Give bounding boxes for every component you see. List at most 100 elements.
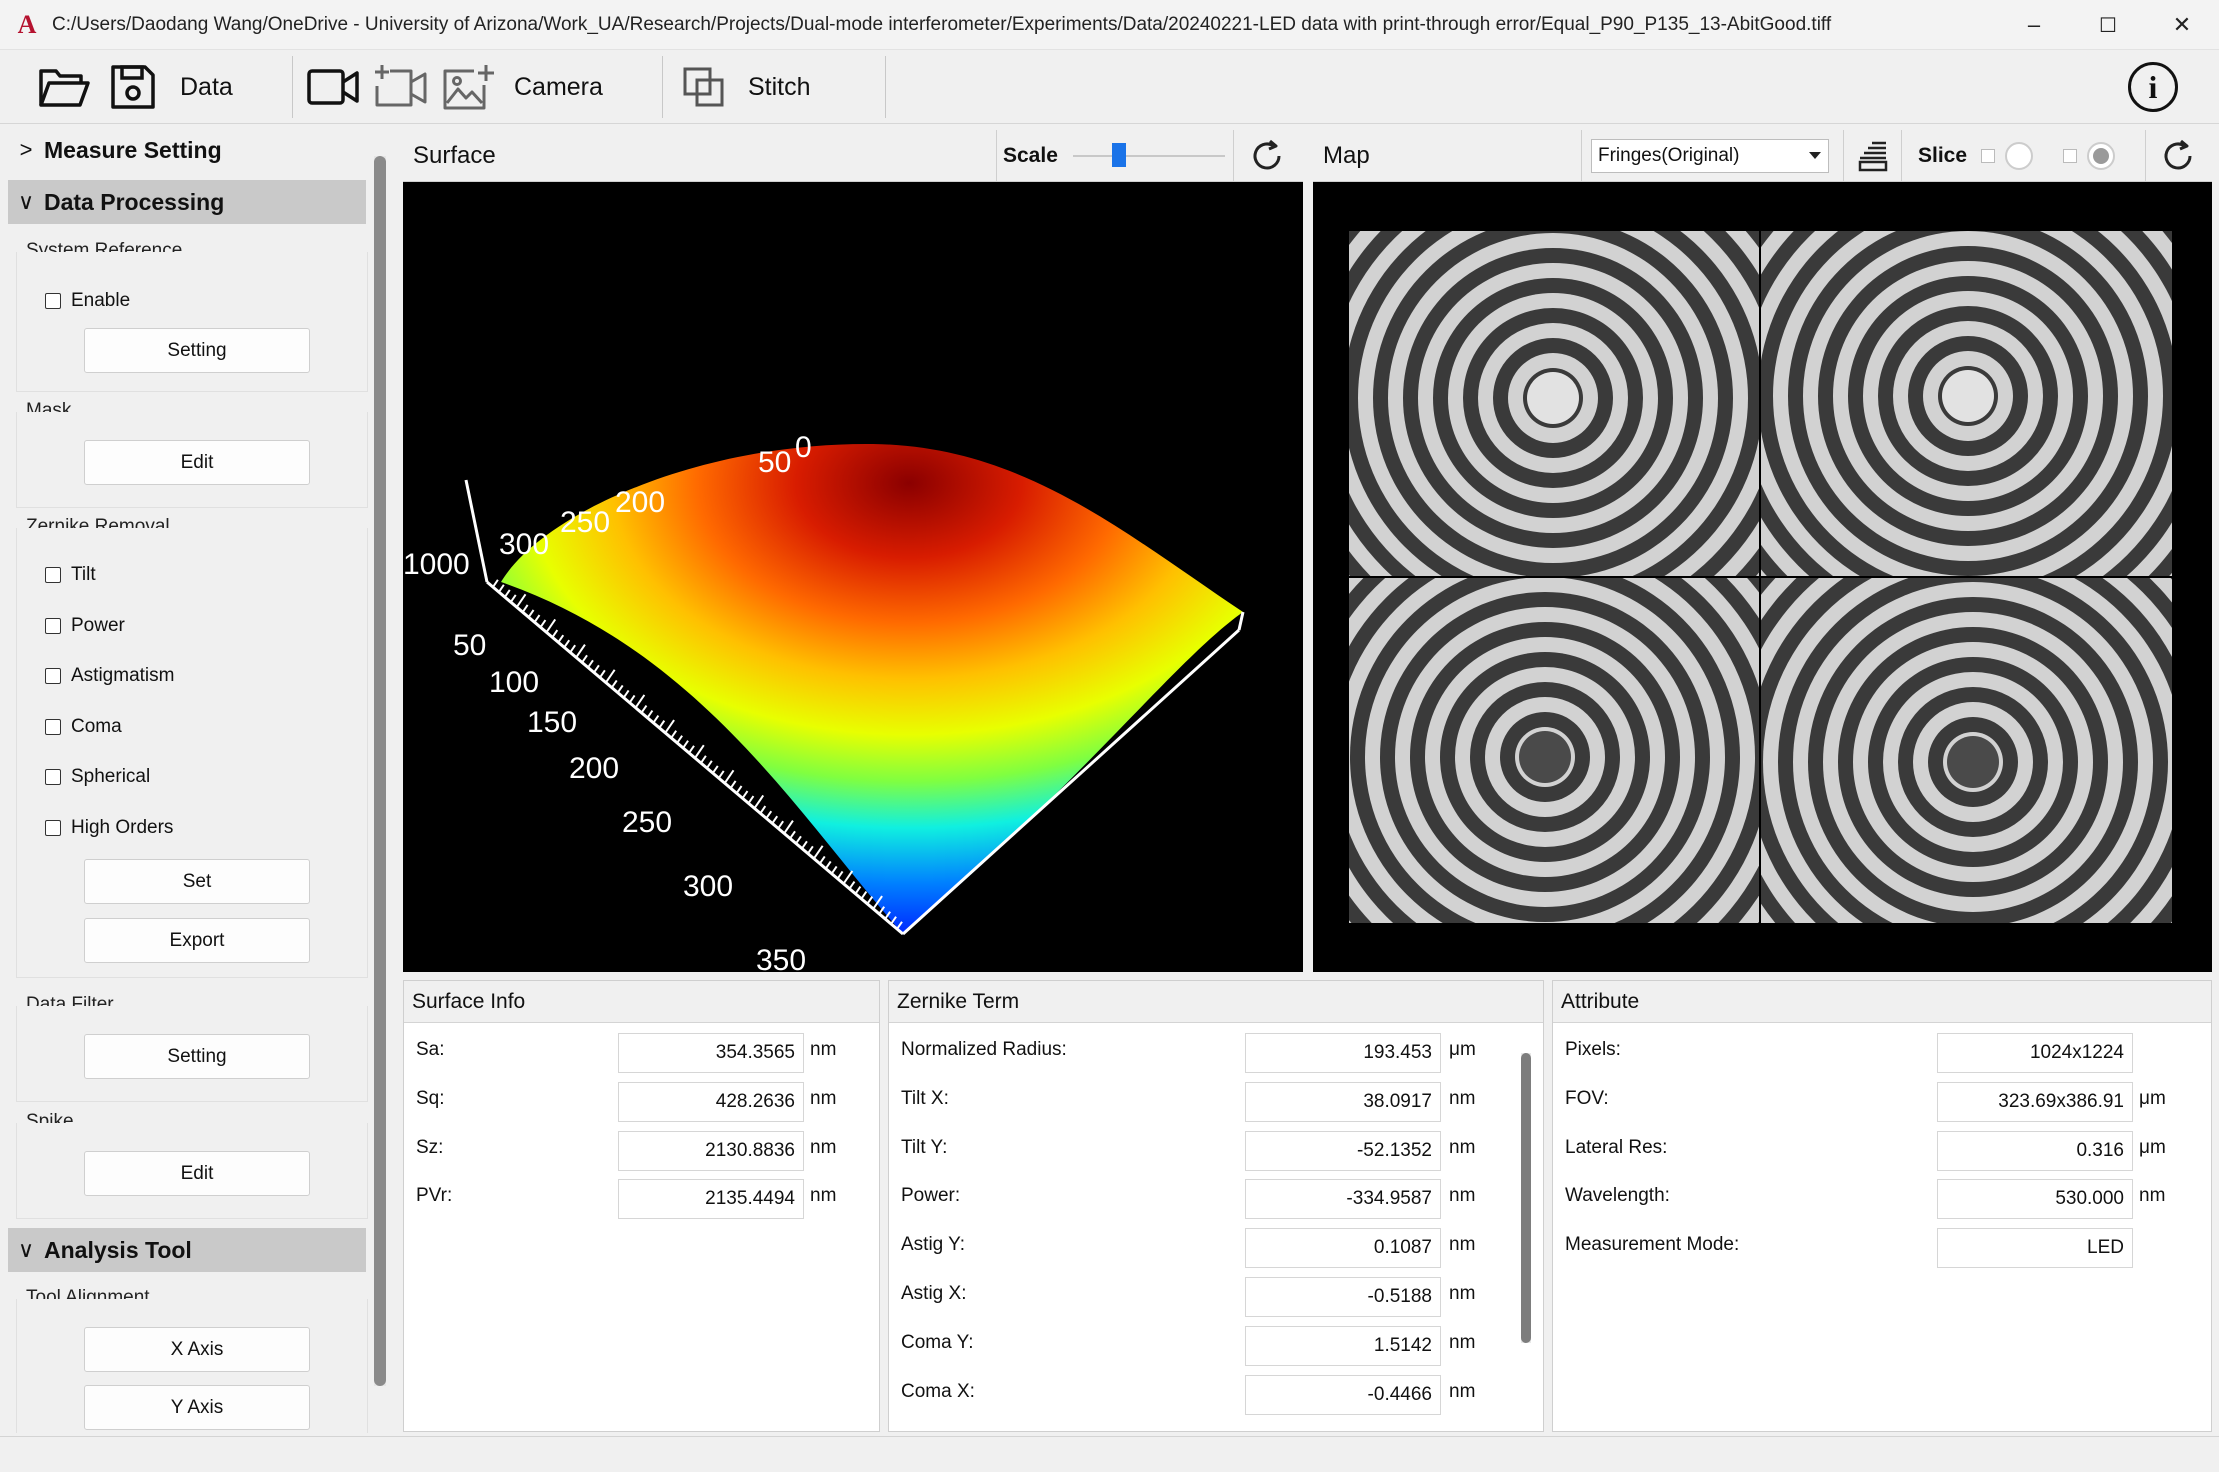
y-axis-button[interactable]: Y Axis	[84, 1385, 310, 1430]
y-axis-tick	[706, 760, 713, 769]
system-reference-group: Enable Setting	[16, 252, 368, 392]
image-add-button[interactable]	[442, 50, 496, 124]
high-orders-checkbox-row[interactable]: High Orders	[45, 817, 173, 839]
header-divider	[2145, 130, 2146, 182]
minimize-button[interactable]: –	[1997, 0, 2071, 50]
left-panel-scrollbar[interactable]	[374, 156, 386, 1386]
surface-info-value-field[interactable]: 2130.8836	[618, 1130, 804, 1171]
add-capture-button[interactable]	[374, 50, 428, 124]
zernike-scrollbar[interactable]	[1521, 1053, 1531, 1343]
open-folder-button[interactable]	[38, 50, 90, 124]
attribute-value-field[interactable]: 530.000	[1937, 1179, 2133, 1220]
y-axis-tick	[854, 886, 862, 895]
stitch-label: Stitch	[748, 72, 811, 101]
tilt-checkbox[interactable]	[45, 567, 61, 583]
x-axis-button[interactable]: X Axis	[84, 1327, 310, 1372]
zernike-export-button[interactable]: Export	[84, 918, 310, 963]
spike-edit-button[interactable]: Edit	[84, 1151, 310, 1196]
mask-edit-button[interactable]: Edit	[84, 440, 310, 485]
coma-checkbox-row[interactable]: Coma	[45, 716, 122, 738]
zernike-term-value-field[interactable]: 38.0917	[1245, 1081, 1441, 1122]
about-button[interactable]: i	[2128, 50, 2178, 124]
surface-info-row: Sq: 428.2636 nm	[404, 1076, 879, 1124]
zernike-set-button[interactable]: Set	[84, 859, 310, 904]
zernike-term-unit: nm	[1449, 1136, 1476, 1158]
stitch-menu[interactable]: Stitch	[748, 50, 811, 124]
scrollbar-thumb[interactable]	[374, 156, 386, 1386]
folder-open-icon	[39, 69, 90, 107]
attribute-value-field[interactable]: 1024x1224	[1937, 1033, 2133, 1073]
surface-info-row: Sa: 354.3565 nm	[404, 1027, 879, 1075]
save-button[interactable]	[110, 50, 156, 124]
zernike-term-panel: Zernike Term Normalized Radius: 193.453 μm…	[888, 980, 1544, 1432]
power-checkbox[interactable]	[45, 618, 61, 634]
attribute-panel: Attribute Pixels: 1024x1224 FOV: 323.69x386…	[1552, 980, 2212, 1432]
y-tick-label: 50	[453, 629, 486, 662]
scale-slider-thumb[interactable]	[1111, 143, 1126, 167]
slice-checkbox-1[interactable]	[1981, 149, 1995, 163]
attribute-label: Lateral Res:	[1565, 1136, 1668, 1158]
surface-info-value-field[interactable]: 428.2636	[618, 1081, 804, 1122]
surface-info-value-field[interactable]: 354.3565	[618, 1033, 804, 1073]
y-tick-label: 100	[489, 666, 539, 699]
attribute-title: Attribute	[1553, 981, 2211, 1023]
slice-radio-1[interactable]	[2005, 142, 2033, 170]
high-orders-checkbox[interactable]	[45, 820, 61, 836]
zernike-term-row: Astig X: -0.5188 nm	[889, 1271, 1543, 1319]
image-add-icon	[443, 65, 494, 110]
map-view[interactable]	[1313, 182, 2212, 972]
slice-checkbox-2[interactable]	[2063, 149, 2077, 163]
attribute-value-field[interactable]: 323.69x386.91	[1937, 1081, 2133, 1122]
zernike-term-value-field[interactable]: -0.5188	[1245, 1277, 1441, 1317]
enable-checkbox[interactable]	[45, 293, 61, 309]
attribute-value-field[interactable]: LED	[1937, 1228, 2133, 1269]
data-filter-setting-button[interactable]: Setting	[84, 1034, 310, 1079]
map-layers-button[interactable]	[1856, 140, 1890, 177]
enable-checkbox-row[interactable]: Enable	[45, 290, 130, 312]
video-camera-button[interactable]	[306, 50, 360, 124]
data-processing-header[interactable]: ∨ Data Processing	[8, 180, 366, 224]
zernike-term-value-field[interactable]: -334.9587	[1245, 1179, 1441, 1220]
astigmatism-checkbox[interactable]	[45, 668, 61, 684]
surface-info-value-field[interactable]: 2135.4494	[618, 1179, 804, 1220]
y-tick-label: 250	[622, 806, 672, 839]
surface-3d-view[interactable]: 1000 300 250 200 50 0 50 100 150 200 250…	[403, 182, 1303, 977]
slice-radio-2[interactable]	[2087, 142, 2115, 170]
zernike-term-value-field[interactable]: 0.1087	[1245, 1228, 1441, 1269]
app-logo-icon: A	[17, 9, 37, 39]
zernike-term-unit: nm	[1449, 1331, 1476, 1353]
chevron-right-icon: >	[19, 137, 33, 162]
fringe-center	[1519, 731, 1571, 783]
spherical-checkbox-row[interactable]: Spherical	[45, 766, 150, 788]
analysis-tool-header[interactable]: ∨ Analysis Tool	[8, 1228, 366, 1272]
reference-setting-button[interactable]: Setting	[84, 328, 310, 373]
window-controls: – ☐ ✕	[1997, 0, 2219, 50]
zernike-term-value-field[interactable]: 1.5142	[1245, 1325, 1441, 1366]
maximize-button[interactable]: ☐	[2071, 0, 2145, 50]
map-title: Map	[1323, 141, 1370, 169]
data-menu[interactable]: Data	[180, 50, 233, 124]
power-checkbox-row[interactable]: Power	[45, 615, 125, 637]
close-button[interactable]: ✕	[2145, 0, 2219, 50]
status-bar	[0, 1436, 2219, 1472]
coma-checkbox[interactable]	[45, 719, 61, 735]
astigmatism-checkbox-row[interactable]: Astigmatism	[45, 665, 174, 687]
measure-setting-header[interactable]: > Measure Setting	[8, 128, 366, 172]
stitch-button[interactable]	[682, 50, 726, 124]
spherical-checkbox[interactable]	[45, 769, 61, 785]
zernike-term-value-field[interactable]: -0.4466	[1245, 1374, 1441, 1415]
scrollbar-thumb[interactable]	[1521, 1053, 1531, 1343]
zernike-term-value-field[interactable]: 193.453	[1245, 1033, 1441, 1073]
attribute-unit: μm	[2139, 1136, 2166, 1158]
map-view-select[interactable]: Fringes(Original)	[1591, 139, 1829, 173]
scale-slider[interactable]	[1073, 155, 1225, 157]
zernike-term-label: Tilt Y:	[901, 1136, 948, 1158]
zernike-term-row: Astig Y: 0.1087 nm	[889, 1222, 1543, 1270]
map-refresh-button[interactable]	[2160, 138, 2196, 179]
tilt-checkbox-row[interactable]: Tilt	[45, 564, 96, 586]
camera-menu[interactable]: Camera	[514, 50, 603, 124]
zernike-term-value-field[interactable]: -52.1352	[1245, 1130, 1441, 1171]
attribute-value-field[interactable]: 0.316	[1937, 1130, 2133, 1171]
main-toolbar: Data Camera Stitch i	[0, 50, 2219, 124]
surface-refresh-button[interactable]	[1249, 138, 1285, 179]
